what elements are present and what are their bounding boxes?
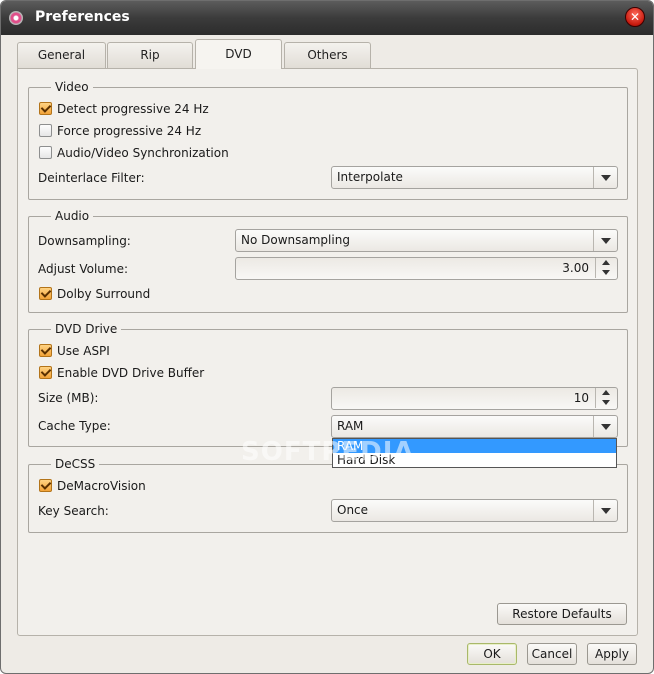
- cache-type-label: Cache Type:: [38, 419, 111, 433]
- demacrovision-label: DeMacroVision: [57, 479, 146, 493]
- deinterlace-combo[interactable]: Interpolate: [331, 166, 618, 189]
- size-value: 10: [573, 391, 589, 405]
- checkbox-box[interactable]: [39, 146, 52, 159]
- tab-others[interactable]: Others: [284, 42, 371, 68]
- key-search-value: Once: [337, 503, 369, 517]
- preferences-window: Preferences ✕ General Rip DVD Others Vid…: [0, 0, 654, 674]
- checkbox-box[interactable]: [39, 344, 52, 357]
- dropdown-option-ram[interactable]: RAM: [333, 439, 616, 453]
- demacrovision-checkbox[interactable]: DeMacroVision: [39, 478, 146, 494]
- cache-type-value: RAM: [337, 419, 364, 433]
- title-bar[interactable]: Preferences ✕: [1, 1, 653, 35]
- ok-button[interactable]: OK: [467, 643, 517, 665]
- spin-down-icon[interactable]: [595, 268, 617, 278]
- dolby-label: Dolby Surround: [57, 287, 151, 301]
- tab-general[interactable]: General: [17, 42, 106, 68]
- cache-type-combo[interactable]: RAM: [331, 415, 618, 438]
- av-sync-checkbox[interactable]: Audio/Video Synchronization: [39, 145, 229, 161]
- dolby-checkbox[interactable]: Dolby Surround: [39, 286, 150, 302]
- force-progressive-label: Force progressive 24 Hz: [57, 124, 202, 138]
- close-icon: ✕: [629, 10, 641, 24]
- checkbox-box[interactable]: [39, 287, 52, 300]
- size-spinbox[interactable]: 10: [331, 387, 618, 410]
- enable-buffer-label: Enable DVD Drive Buffer: [57, 366, 205, 380]
- window-title: Preferences: [35, 9, 130, 25]
- checkbox-box[interactable]: [39, 102, 52, 115]
- video-group-title: Video: [51, 80, 93, 94]
- cancel-button[interactable]: Cancel: [527, 643, 577, 665]
- detect-progressive-checkbox[interactable]: Detect progressive 24 Hz: [39, 101, 209, 117]
- key-search-label: Key Search:: [38, 504, 109, 518]
- chevron-down-icon[interactable]: [593, 167, 617, 188]
- chevron-down-icon[interactable]: [593, 500, 617, 521]
- app-disc-icon: [9, 11, 23, 25]
- cache-type-dropdown-list: RAM Hard Disk: [332, 438, 617, 468]
- volume-label: Adjust Volume:: [38, 262, 128, 276]
- spin-down-icon[interactable]: [595, 398, 617, 408]
- decss-group-title: DeCSS: [51, 457, 100, 471]
- deinterlace-value: Interpolate: [337, 170, 403, 184]
- checkbox-box[interactable]: [39, 366, 52, 379]
- volume-spinbox[interactable]: 3.00: [235, 257, 618, 280]
- av-sync-label: Audio/Video Synchronization: [57, 146, 229, 160]
- enable-buffer-checkbox[interactable]: Enable DVD Drive Buffer: [39, 365, 204, 381]
- tab-dvd[interactable]: DVD: [195, 39, 282, 69]
- restore-defaults-button[interactable]: Restore Defaults: [497, 603, 627, 625]
- spin-up-icon[interactable]: [595, 258, 617, 268]
- chevron-down-icon[interactable]: [593, 416, 617, 437]
- key-search-combo[interactable]: Once: [331, 499, 618, 522]
- force-progressive-checkbox[interactable]: Force progressive 24 Hz: [39, 123, 201, 139]
- audio-group-title: Audio: [51, 209, 94, 223]
- chevron-down-icon[interactable]: [593, 230, 617, 251]
- use-aspi-checkbox[interactable]: Use ASPI: [39, 343, 110, 359]
- checkbox-box[interactable]: [39, 479, 52, 492]
- size-label: Size (MB):: [38, 391, 99, 405]
- downsampling-label: Downsampling:: [38, 234, 131, 248]
- apply-button[interactable]: Apply: [587, 643, 637, 665]
- checkbox-box[interactable]: [39, 124, 52, 137]
- volume-value: 3.00: [562, 261, 589, 275]
- tab-rip[interactable]: Rip: [107, 42, 193, 68]
- deinterlace-label: Deinterlace Filter:: [38, 171, 145, 185]
- downsampling-combo[interactable]: No Downsampling: [235, 229, 618, 252]
- downsampling-value: No Downsampling: [241, 233, 350, 247]
- use-aspi-label: Use ASPI: [57, 344, 110, 358]
- dvd-drive-group-title: DVD Drive: [51, 322, 122, 336]
- spin-up-icon[interactable]: [595, 388, 617, 398]
- close-button[interactable]: ✕: [625, 7, 645, 27]
- dropdown-option-hard-disk[interactable]: Hard Disk: [333, 453, 616, 467]
- detect-progressive-label: Detect progressive 24 Hz: [57, 102, 209, 116]
